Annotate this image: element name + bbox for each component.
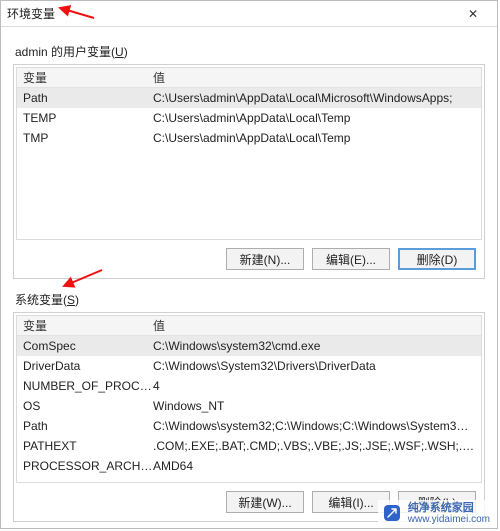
table-row[interactable]: TMP C:\Users\admin\AppData\Local\Temp: [17, 128, 481, 148]
table-header: 变量 值: [17, 68, 481, 88]
table-row[interactable]: OS Windows_NT: [17, 396, 481, 416]
user-vars-buttons: 新建(N)... 编辑(E)... 删除(D): [16, 240, 482, 276]
env-vars-dialog: 环境变量 ✕ admin 的用户变量(U) 变量 值 Path C:\Users…: [0, 0, 498, 529]
user-vars-group: 变量 值 Path C:\Users\admin\AppData\Local\M…: [13, 64, 485, 279]
table-row[interactable]: Path C:\Users\admin\AppData\Local\Micros…: [17, 88, 481, 108]
edit-user-var-button[interactable]: 编辑(E)...: [312, 248, 390, 270]
table-row[interactable]: PROCESSOR_ARCHITECT... AMD64: [17, 456, 481, 476]
close-icon: ✕: [468, 7, 478, 21]
table-row[interactable]: PATHEXT .COM;.EXE;.BAT;.CMD;.VBS;.VBE;.J…: [17, 436, 481, 456]
col-name-header: 变量: [23, 69, 153, 86]
user-vars-label: admin 的用户变量(U): [15, 43, 485, 60]
watermark-site: 纯净系统家园: [408, 502, 490, 514]
window-title: 环境变量: [7, 5, 455, 22]
col-name-header: 变量: [23, 317, 153, 334]
col-value-header: 值: [153, 69, 475, 86]
table-row[interactable]: TEMP C:\Users\admin\AppData\Local\Temp: [17, 108, 481, 128]
table-header: 变量 值: [17, 316, 481, 336]
title-bar: 环境变量 ✕: [1, 1, 497, 27]
col-value-header: 值: [153, 317, 475, 334]
new-sys-var-button[interactable]: 新建(W)...: [226, 491, 304, 513]
close-button[interactable]: ✕: [455, 4, 491, 24]
table-row[interactable]: DriverData C:\Windows\System32\Drivers\D…: [17, 356, 481, 376]
user-vars-table[interactable]: 变量 值 Path C:\Users\admin\AppData\Local\M…: [16, 67, 482, 240]
system-vars-label: 系统变量(S): [15, 291, 485, 308]
watermark-logo-icon: [382, 503, 402, 523]
system-vars-table[interactable]: 变量 值 ComSpec C:\Windows\system32\cmd.exe…: [16, 315, 482, 483]
delete-user-var-button[interactable]: 删除(D): [398, 248, 476, 270]
system-vars-group: 变量 值 ComSpec C:\Windows\system32\cmd.exe…: [13, 312, 485, 522]
watermark: 纯净系统家园 www.yidaimei.com: [378, 500, 494, 527]
table-row[interactable]: Path C:\Windows\system32;C:\Windows;C:\W…: [17, 416, 481, 436]
watermark-url: www.yidaimei.com: [408, 514, 490, 525]
dialog-content: admin 的用户变量(U) 变量 值 Path C:\Users\admin\…: [1, 27, 497, 528]
table-row[interactable]: NUMBER_OF_PROCESSORS 4: [17, 376, 481, 396]
new-user-var-button[interactable]: 新建(N)...: [226, 248, 304, 270]
table-row[interactable]: ComSpec C:\Windows\system32\cmd.exe: [17, 336, 481, 356]
